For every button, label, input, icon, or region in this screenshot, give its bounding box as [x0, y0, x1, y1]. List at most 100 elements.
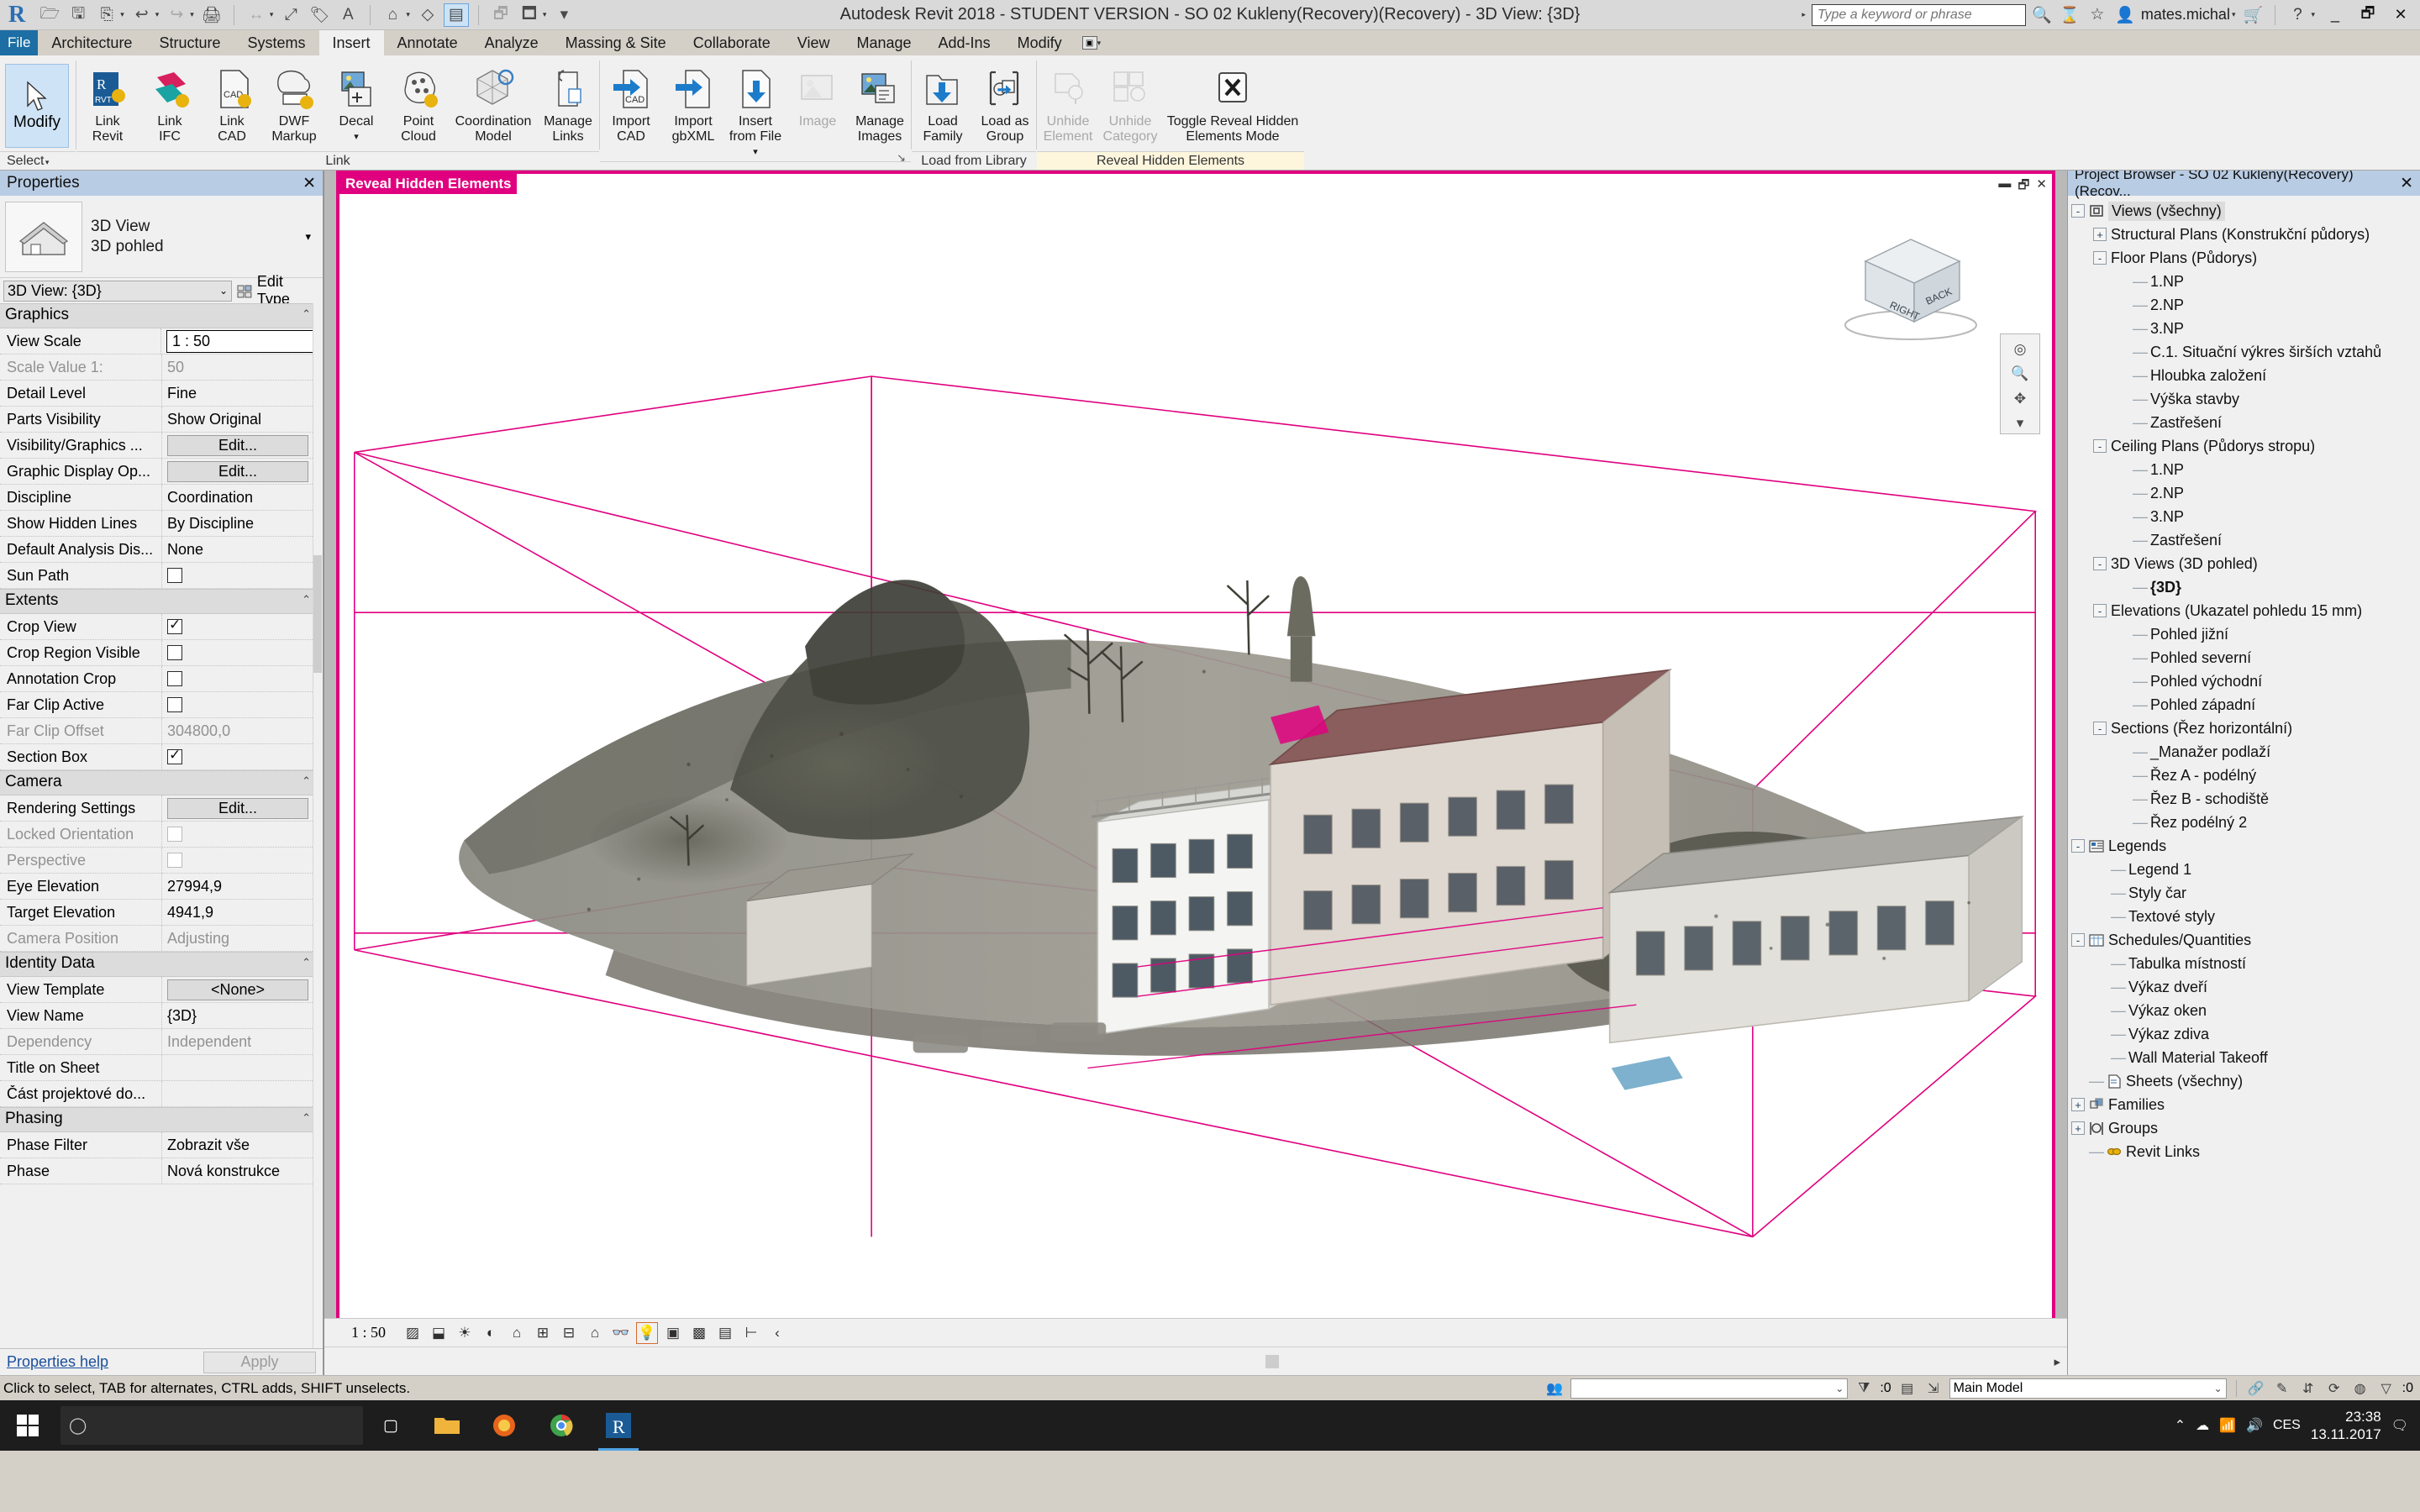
save-as-icon[interactable]: ⎘	[94, 3, 119, 27]
property-value-cell[interactable]	[161, 563, 323, 588]
close-icon[interactable]: ✕	[302, 174, 316, 193]
ribbon-button-toggle-reveal-hidden-elements-mode[interactable]: Toggle Reveal Hidden Elements Mode	[1161, 60, 1304, 146]
ribbon-button-decal[interactable]: Decal ▾	[325, 60, 387, 146]
taskbar-search-box[interactable]: ◯	[60, 1406, 363, 1445]
editable-elements-icon[interactable]: 🔗	[2246, 1378, 2266, 1399]
ribbon-button-import-gbxml[interactable]: Import gbXML	[662, 60, 724, 146]
action-center-icon[interactable]: 🗨	[2391, 1417, 2408, 1434]
tree-item[interactable]: - Elevations (Ukazatel pohledu 15 mm)	[2071, 599, 2420, 622]
properties-scroll-thumb[interactable]	[313, 555, 322, 673]
view-minimize-button[interactable]: ▬	[1998, 176, 2011, 197]
property-value-cell[interactable]: Fine	[161, 381, 323, 406]
navbar-chevron-down-icon[interactable]: ▾	[2006, 413, 2034, 433]
property-value-cell[interactable]	[161, 666, 323, 691]
tab-systems[interactable]: Systems	[234, 30, 318, 55]
tree-item[interactable]: — Řez B - schodiště	[2071, 787, 2420, 811]
tree-item[interactable]: - Sections (Řez horizontální)	[2071, 717, 2420, 740]
ribbon-button-manage-images[interactable]: Manage Images	[849, 60, 911, 146]
tab-annotate[interactable]: Annotate	[384, 30, 471, 55]
tree-item[interactable]: — Řez podélný 2	[2071, 811, 2420, 834]
tree-item[interactable]: - Legends	[2071, 834, 2420, 858]
ribbon-button-link-cad[interactable]: CAD Link CAD	[201, 60, 263, 146]
worksets-icon[interactable]: ▤	[1897, 1378, 1918, 1399]
tree-item[interactable]: —2.NP	[2071, 293, 2420, 317]
property-edit-button[interactable]: Edit...	[167, 460, 308, 482]
tree-item[interactable]: — Revit Links	[2071, 1140, 2420, 1163]
collapse-icon[interactable]: -	[2071, 839, 2085, 853]
exclude-options-icon[interactable]: ▽	[2376, 1378, 2396, 1399]
property-value-cell[interactable]: None	[161, 537, 323, 562]
property-value-cell[interactable]: 50	[161, 354, 323, 380]
ribbon-button-load-as-group[interactable]: Load as Group	[974, 60, 1036, 146]
temporary-view-properties-icon[interactable]: ▣	[662, 1322, 684, 1344]
tree-item[interactable]: — Tabulka místností	[2071, 952, 2420, 975]
ribbon-button-dropdown-icon[interactable]: ▾	[354, 129, 359, 144]
tab-collaborate[interactable]: Collaborate	[680, 30, 784, 55]
navigation-bar[interactable]: ◎ 🔍 ✥ ▾	[2000, 333, 2040, 434]
tree-item[interactable]: -3D Views (3D pohled)	[2071, 552, 2420, 575]
user-menu-chevron-icon[interactable]: ▾	[2232, 10, 2236, 19]
modify-button[interactable]: Modify	[5, 64, 69, 148]
collapse-chevron-icon[interactable]: ⌃	[302, 307, 311, 321]
tree-item[interactable]: - Views (všechny)	[2071, 199, 2420, 223]
language-indicator[interactable]: CES	[2273, 1418, 2301, 1433]
view-window[interactable]: Reveal Hidden Elements ▬ 🗗 ✕ RIGHT BACK …	[336, 171, 2055, 1375]
tree-item[interactable]: — C.1. Situační výkres širších vztahů	[2071, 340, 2420, 364]
tree-item[interactable]: —3.NP	[2071, 317, 2420, 340]
restore-button[interactable]: 🗗	[2354, 3, 2382, 27]
tag-icon[interactable]: 🏷	[307, 3, 332, 27]
horizontal-scrollbar[interactable]: ▸	[324, 1347, 2067, 1375]
property-value-cell[interactable]: Adjusting	[161, 926, 323, 951]
volume-icon[interactable]: 🔊	[2246, 1417, 2263, 1434]
tree-item[interactable]: —1.NP	[2071, 458, 2420, 481]
default-3d-view-icon[interactable]: ⌂	[380, 3, 405, 27]
text-icon[interactable]: A	[335, 3, 360, 27]
show-hidden-icons-chevron-icon[interactable]: ⌃	[2175, 1417, 2186, 1434]
tree-item[interactable]: — Pohled severní	[2071, 646, 2420, 669]
property-group-header[interactable]: Extents ⌃	[0, 589, 323, 614]
design-option-combobox[interactable]: ⌄	[1570, 1378, 1849, 1399]
checkbox[interactable]	[167, 617, 182, 634]
tree-item[interactable]: — Textové styly	[2071, 905, 2420, 928]
ribbon-button-link-revit[interactable]: R RVT Link Revit	[76, 60, 139, 146]
type-selector-chevron-icon[interactable]: ▾	[305, 230, 318, 244]
scroll-right-arrow-icon[interactable]: ▸	[2047, 1354, 2067, 1369]
property-value-cell[interactable]: Show Original	[161, 407, 323, 432]
network-icon[interactable]: 📶	[2219, 1417, 2236, 1434]
tree-item[interactable]: - Floor Plans (Půdorys)	[2071, 246, 2420, 270]
editing-requests-icon[interactable]: ⇲	[1923, 1378, 1944, 1399]
collapse-chevron-icon[interactable]: ⌃	[302, 774, 311, 788]
measure-icon[interactable]: ↔	[244, 3, 269, 27]
favorites-star-icon[interactable]: ☆	[2086, 4, 2109, 26]
save-icon[interactable]: 🖫	[66, 3, 91, 27]
visual-style-icon[interactable]: ⬓	[428, 1322, 450, 1344]
tree-item[interactable]: — {3D}	[2071, 575, 2420, 599]
minimize-button[interactable]: _	[2321, 3, 2349, 27]
collapse-icon[interactable]: -	[2071, 933, 2085, 947]
tab-architecture[interactable]: Architecture	[38, 30, 145, 55]
model-updates-icon[interactable]: ⇵	[2298, 1378, 2318, 1399]
model-canvas[interactable]	[339, 174, 2052, 1372]
ribbon-button-dropdown-icon[interactable]: ▾	[753, 144, 758, 160]
tab-insert[interactable]: Insert	[318, 30, 384, 55]
property-value-cell[interactable]	[161, 1081, 323, 1106]
property-value-cell[interactable]	[161, 744, 323, 769]
property-value-cell[interactable]	[161, 848, 323, 873]
tree-item[interactable]: — Zastřešení	[2071, 528, 2420, 552]
tree-item[interactable]: —3.NP	[2071, 505, 2420, 528]
shadows-off-icon[interactable]: ◐	[480, 1322, 502, 1344]
tree-item[interactable]: — Výkaz dveří	[2071, 975, 2420, 999]
sun-path-off-icon[interactable]: ☀	[454, 1322, 476, 1344]
pan-icon[interactable]: ✥	[2006, 389, 2034, 409]
collapse-chevron-icon[interactable]: ⌃	[302, 956, 311, 969]
property-value-cell[interactable]: 304800,0	[161, 718, 323, 743]
properties-help-link[interactable]: Properties help	[7, 1353, 108, 1371]
property-value-cell[interactable]	[161, 822, 323, 847]
checkbox[interactable]	[167, 697, 182, 712]
property-value-cell[interactable]: Zobrazit vše	[161, 1132, 323, 1158]
expand-icon[interactable]: +	[2071, 1121, 2085, 1135]
property-value-cell[interactable]: 27994,9	[161, 874, 323, 899]
detail-level-icon[interactable]: ▨	[402, 1322, 424, 1344]
property-value-cell[interactable]: <None>	[161, 977, 323, 1002]
property-value-cell[interactable]	[161, 614, 323, 639]
